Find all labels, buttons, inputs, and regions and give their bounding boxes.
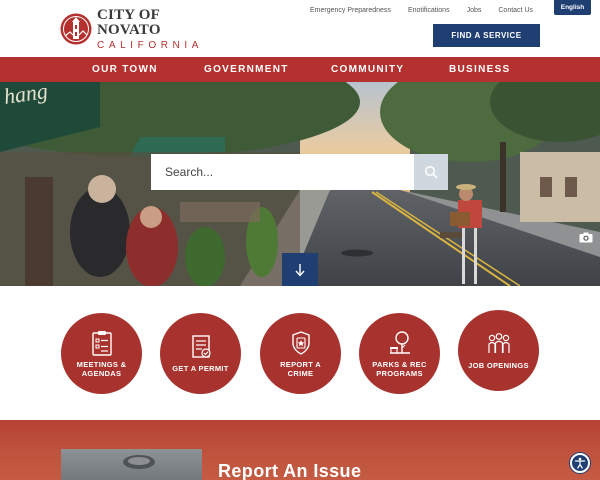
people-group-icon bbox=[487, 333, 510, 353]
photo-info-button[interactable] bbox=[576, 229, 596, 245]
quick-link-label: JOB OPENINGS bbox=[468, 361, 529, 370]
link-enotifications[interactable]: Enotifications bbox=[408, 7, 450, 14]
report-issue-title: Report An Issue bbox=[218, 461, 362, 480]
nav-business[interactable]: BUSINESS bbox=[449, 57, 511, 82]
search-button[interactable] bbox=[414, 154, 448, 190]
search-input[interactable] bbox=[151, 154, 414, 190]
accessibility-button[interactable] bbox=[570, 453, 590, 473]
logo-state-name: CALIFORNIA bbox=[97, 39, 204, 51]
quick-link-label: AGENDAS bbox=[81, 368, 122, 378]
find-a-service-button[interactable]: FIND A SERVICE bbox=[433, 24, 540, 47]
quick-link-label: GET A PERMIT bbox=[172, 364, 229, 373]
arrow-down-icon bbox=[295, 263, 305, 277]
quick-link-job-openings[interactable]: JOB OPENINGS bbox=[458, 310, 539, 391]
link-jobs[interactable]: Jobs bbox=[467, 7, 482, 14]
language-button[interactable]: English bbox=[554, 0, 591, 15]
main-nav: OUR TOWN GOVERNMENT COMMUNITY BUSINESS bbox=[0, 57, 600, 82]
quick-link-get-a-permit[interactable]: GET A PERMIT bbox=[160, 313, 241, 394]
quick-link-label: REPORT A bbox=[280, 359, 321, 369]
nav-our-town[interactable]: OUR TOWN bbox=[92, 57, 158, 82]
quick-link-label: PROGRAMS bbox=[376, 368, 423, 378]
scroll-down-button[interactable] bbox=[282, 253, 318, 286]
city-seal-icon bbox=[60, 13, 92, 45]
link-emergency-preparedness[interactable]: Emergency Preparedness bbox=[310, 7, 391, 14]
nav-government[interactable]: GOVERNMENT bbox=[204, 57, 289, 82]
clipboard-icon bbox=[91, 330, 112, 356]
permit-document-icon bbox=[191, 335, 211, 358]
quick-link-label: CRIME bbox=[287, 368, 314, 378]
quick-link-meetings-agendas[interactable]: MEETINGS & AGENDAS bbox=[61, 313, 142, 394]
hero-banner: hang bbox=[0, 82, 600, 286]
quick-link-parks-rec-programs[interactable]: PARKS & REC PROGRAMS bbox=[359, 313, 440, 394]
camera-icon bbox=[579, 232, 593, 242]
report-issue-photo bbox=[61, 449, 202, 480]
pothole-image bbox=[123, 455, 155, 469]
quick-link-label: PARKS & REC bbox=[372, 359, 427, 369]
police-badge-icon bbox=[291, 330, 310, 355]
utility-links: Emergency Preparedness Enotifications Jo… bbox=[300, 7, 550, 14]
city-logo[interactable]: CITY OF NOVATO CALIFORNIA bbox=[60, 7, 220, 50]
search-icon bbox=[424, 165, 438, 179]
quick-link-label: MEETINGS & bbox=[76, 359, 127, 369]
logo-city-name: CITY OF NOVATO bbox=[97, 6, 161, 38]
quick-links: MEETINGS & AGENDAS GET A PERMIT REPORT A… bbox=[0, 286, 600, 420]
quick-link-report-a-crime[interactable]: REPORT A CRIME bbox=[260, 313, 341, 394]
site-search bbox=[151, 154, 448, 190]
accessibility-icon bbox=[574, 457, 586, 469]
link-contact-us[interactable]: Contact Us bbox=[498, 7, 533, 14]
site-header: CITY OF NOVATO CALIFORNIA Emergency Prep… bbox=[0, 0, 600, 57]
nav-community[interactable]: COMMUNITY bbox=[331, 57, 404, 82]
park-tree-icon bbox=[389, 330, 410, 354]
report-issue-section: Report An Issue bbox=[0, 420, 600, 480]
